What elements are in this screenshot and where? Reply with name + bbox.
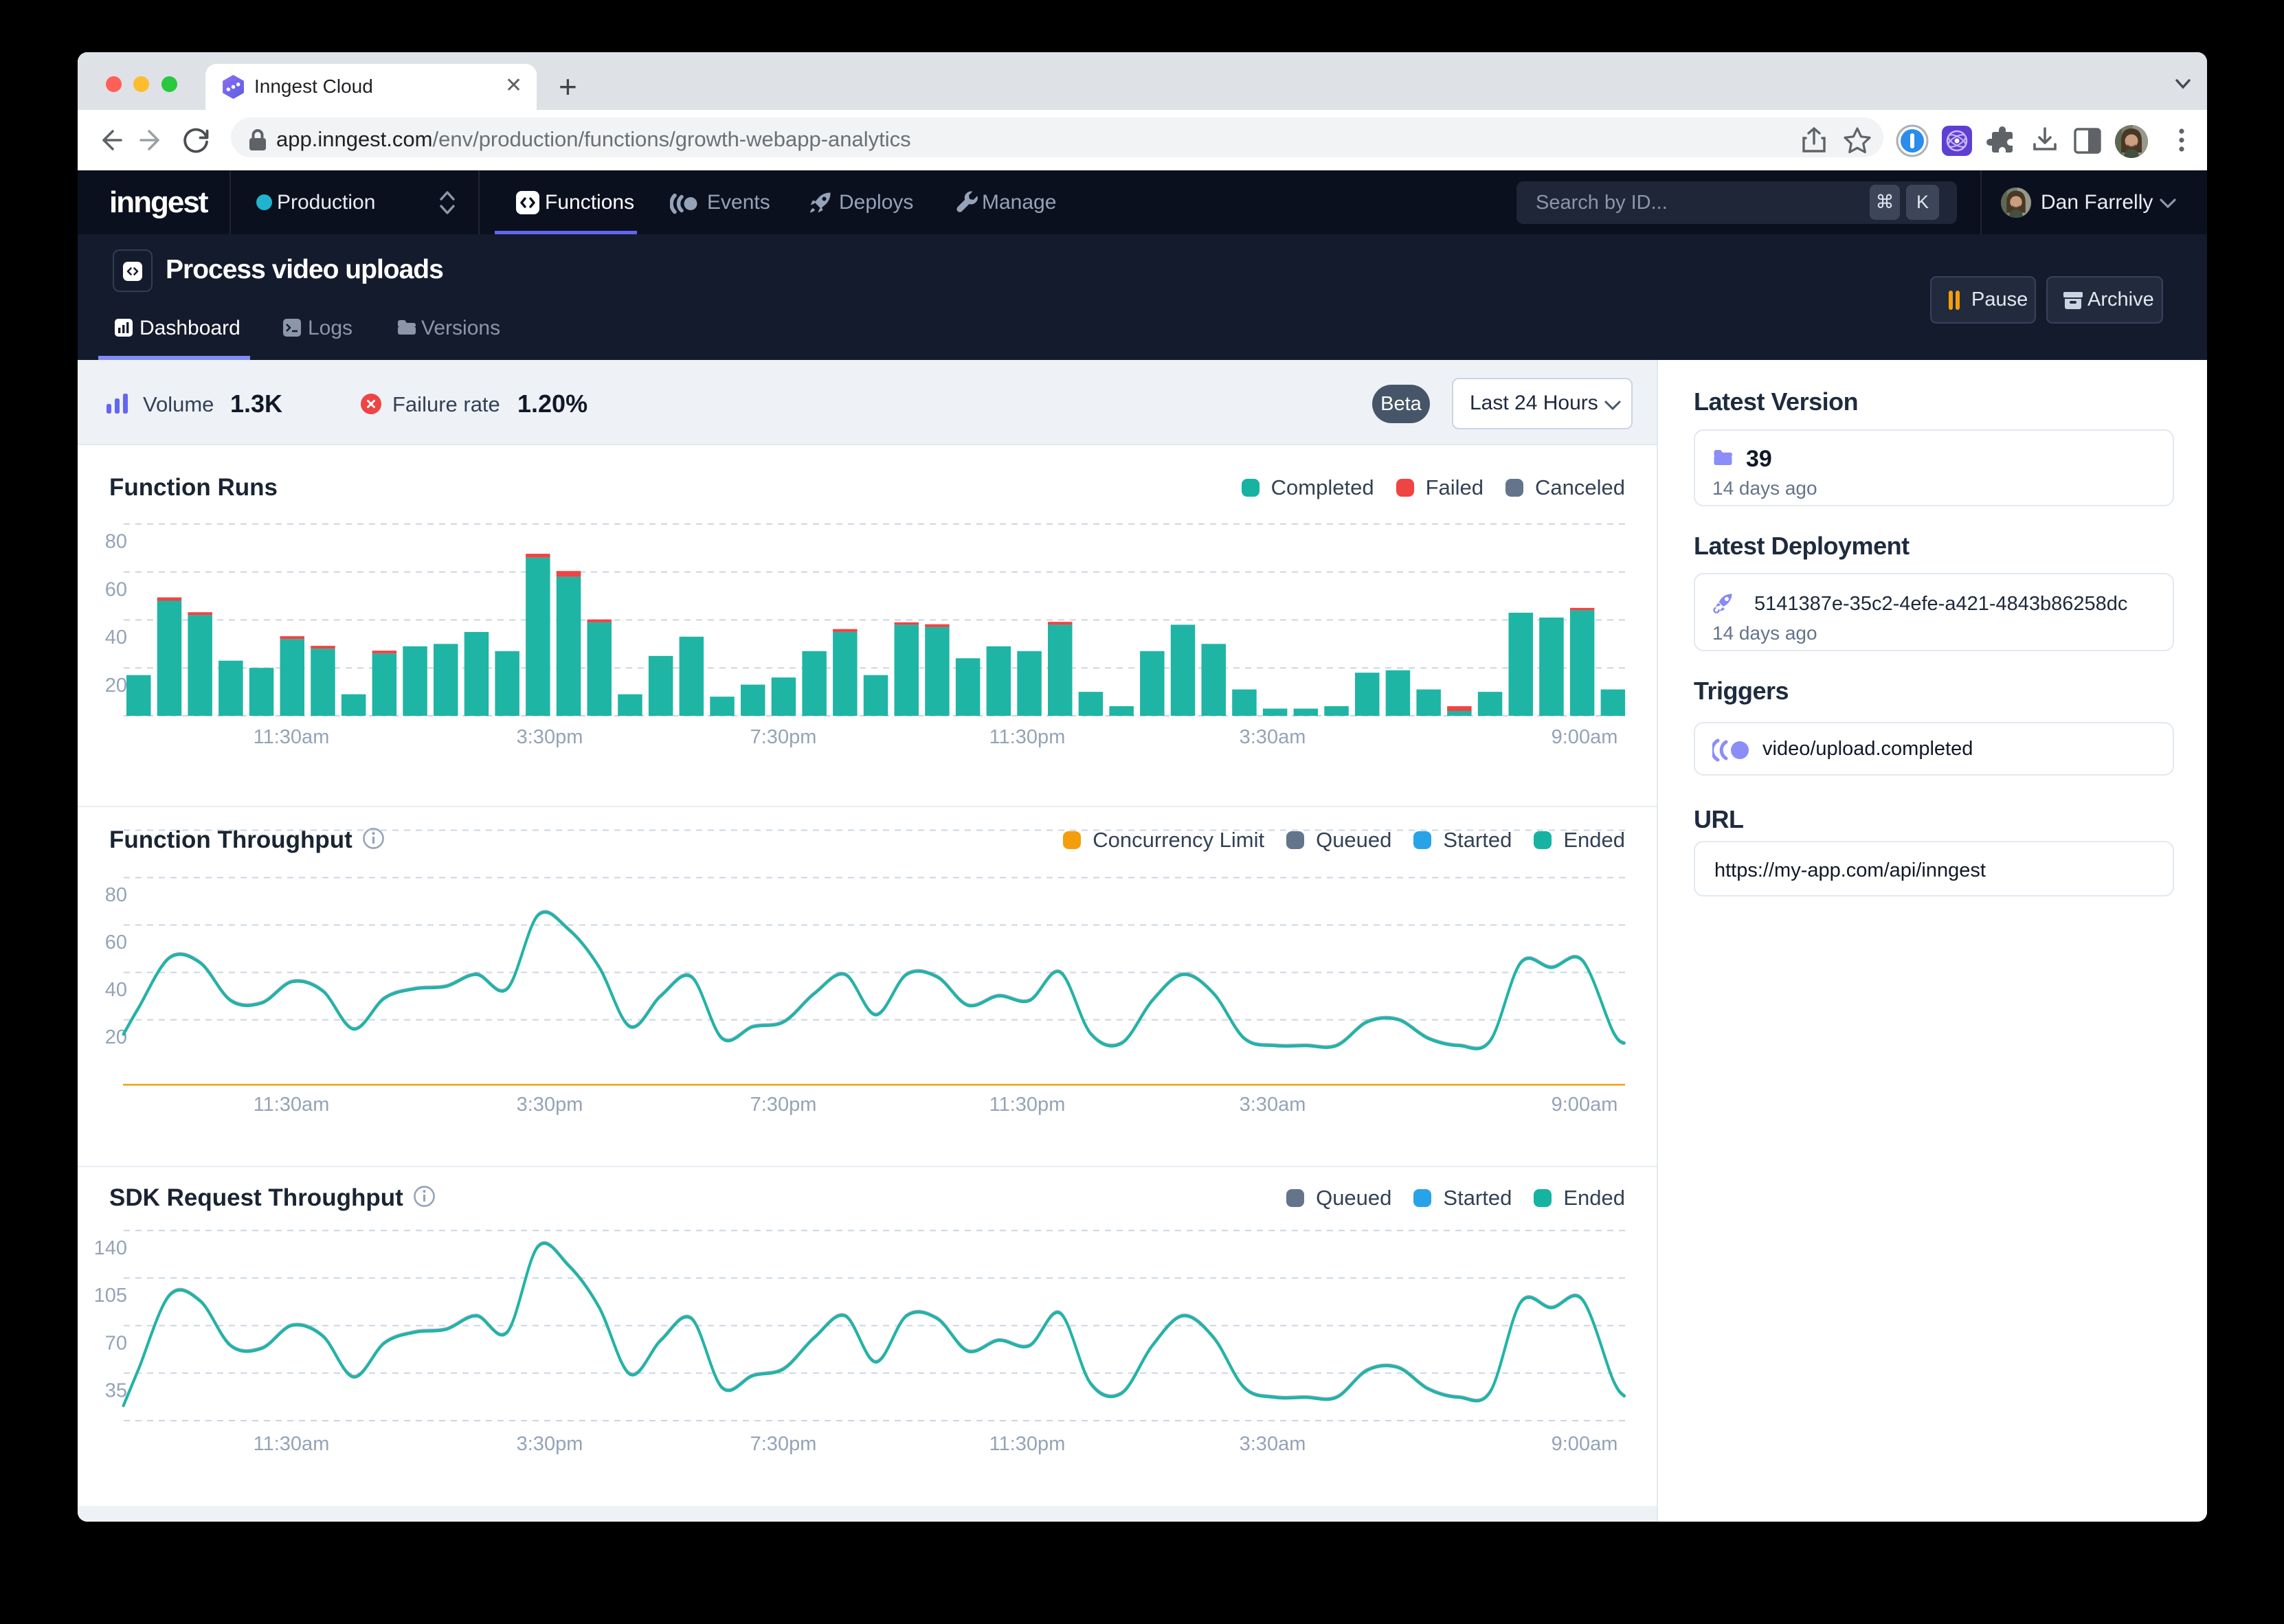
svg-text:11:30am: 11:30am bbox=[254, 1094, 330, 1116]
svg-text:9:00am: 9:00am bbox=[1552, 726, 1618, 748]
svg-text:7:30pm: 7:30pm bbox=[750, 726, 817, 748]
svg-text:35: 35 bbox=[105, 1379, 127, 1401]
svg-text:3:30am: 3:30am bbox=[1240, 726, 1306, 748]
svg-text:20: 20 bbox=[105, 1026, 127, 1048]
svg-text:11:30am: 11:30am bbox=[254, 726, 330, 748]
svg-text:20: 20 bbox=[105, 675, 127, 697]
svg-text:3:30am: 3:30am bbox=[1240, 1094, 1306, 1116]
svg-text:3:30pm: 3:30pm bbox=[517, 1094, 583, 1116]
svg-text:11:30am: 11:30am bbox=[254, 1433, 330, 1455]
svg-text:80: 80 bbox=[105, 884, 127, 906]
svg-text:40: 40 bbox=[105, 979, 127, 1001]
svg-text:9:00am: 9:00am bbox=[1552, 1094, 1618, 1116]
svg-text:11:30pm: 11:30pm bbox=[989, 1094, 1066, 1116]
svg-text:105: 105 bbox=[94, 1285, 127, 1307]
svg-text:140: 140 bbox=[94, 1237, 127, 1259]
svg-text:70: 70 bbox=[105, 1332, 127, 1354]
svg-text:11:30pm: 11:30pm bbox=[989, 726, 1066, 748]
svg-text:60: 60 bbox=[105, 578, 127, 600]
svg-text:3:30pm: 3:30pm bbox=[517, 1433, 583, 1455]
svg-text:9:00am: 9:00am bbox=[1552, 1433, 1618, 1455]
svg-text:7:30pm: 7:30pm bbox=[750, 1433, 817, 1455]
svg-text:3:30am: 3:30am bbox=[1240, 1433, 1306, 1455]
svg-text:40: 40 bbox=[105, 627, 127, 649]
svg-text:3:30pm: 3:30pm bbox=[517, 726, 583, 748]
svg-text:60: 60 bbox=[105, 932, 127, 954]
svg-text:11:30pm: 11:30pm bbox=[989, 1433, 1066, 1455]
svg-text:7:30pm: 7:30pm bbox=[750, 1094, 817, 1116]
svg-text:80: 80 bbox=[105, 530, 127, 552]
